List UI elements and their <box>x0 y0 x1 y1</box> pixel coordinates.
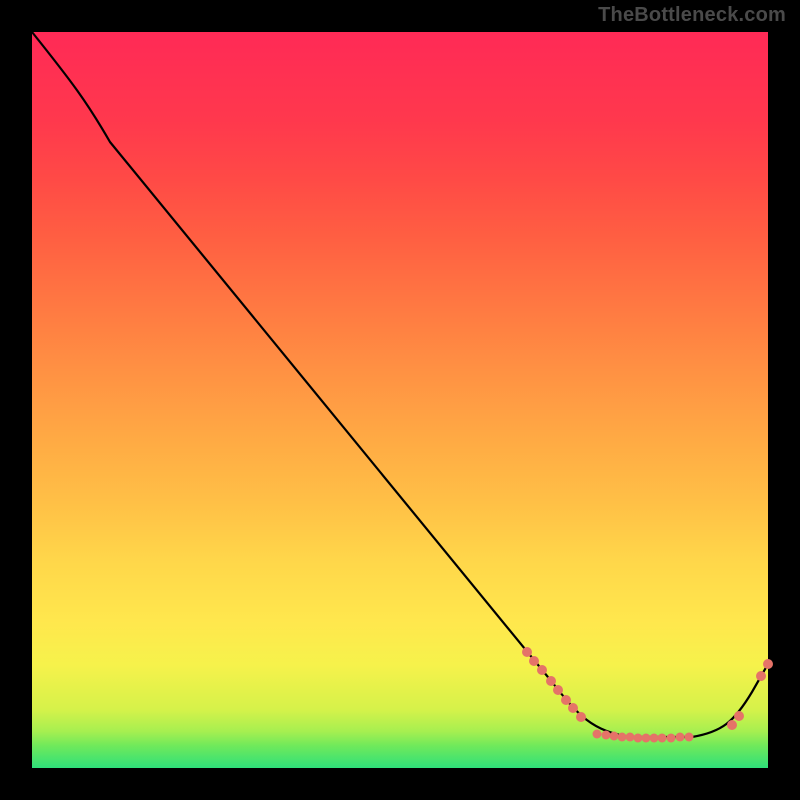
data-dot <box>658 734 667 743</box>
data-dot <box>626 733 635 742</box>
data-dot <box>618 733 627 742</box>
plot-area <box>32 32 768 768</box>
data-dot <box>756 671 766 681</box>
data-dot <box>763 659 773 669</box>
data-dot <box>537 665 547 675</box>
chart-frame: TheBottleneck.com <box>0 0 800 800</box>
data-dot <box>546 676 556 686</box>
data-dot <box>576 712 586 722</box>
data-dot <box>553 685 563 695</box>
data-dot <box>634 734 643 743</box>
data-dot <box>676 733 685 742</box>
data-dot <box>610 732 619 741</box>
data-dot <box>642 734 651 743</box>
bottleneck-curve <box>32 32 768 737</box>
data-dot <box>667 734 676 743</box>
data-dot <box>529 656 539 666</box>
data-dot <box>522 647 532 657</box>
watermark-text: TheBottleneck.com <box>598 4 786 27</box>
data-dot <box>727 720 737 730</box>
data-dot <box>568 703 578 713</box>
data-dot <box>650 734 659 743</box>
data-dot <box>602 731 611 740</box>
curve-svg <box>32 32 768 768</box>
data-dot <box>734 711 744 721</box>
data-dot <box>685 733 694 742</box>
data-dot <box>593 730 602 739</box>
data-dot <box>561 695 571 705</box>
